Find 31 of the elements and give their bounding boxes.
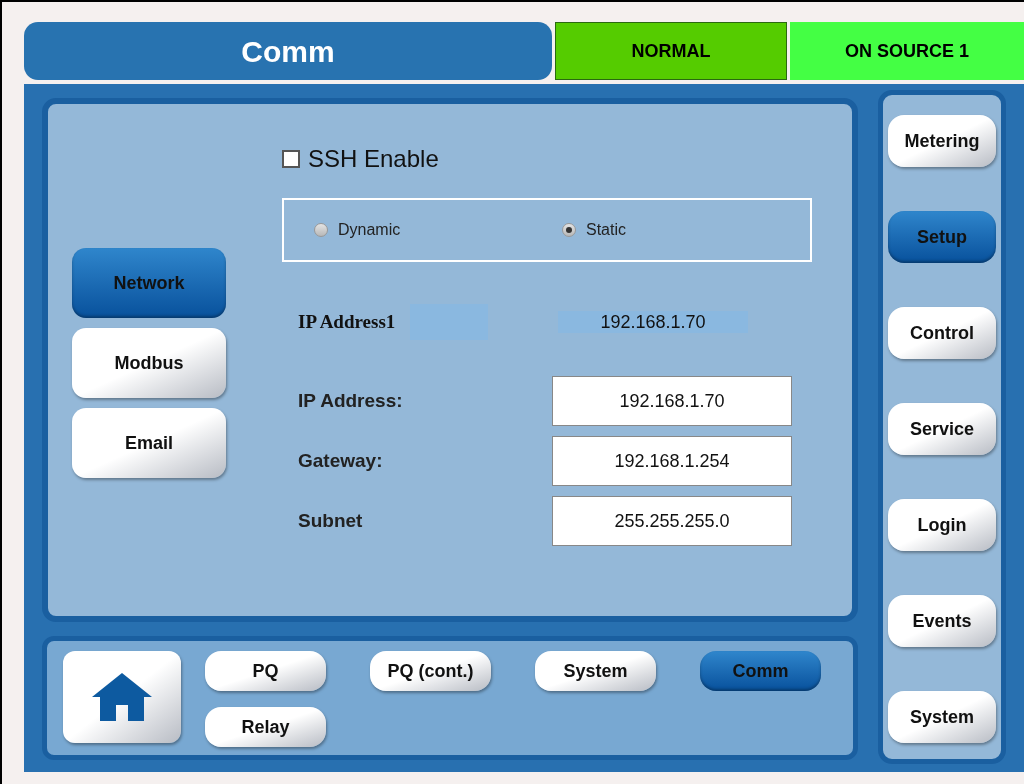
section-tab[interactable]: Email bbox=[72, 408, 226, 478]
field-label: IP Address1 bbox=[297, 309, 397, 334]
sidebar-button[interactable]: Events bbox=[888, 595, 996, 647]
home-icon bbox=[90, 671, 154, 723]
ssh-checkbox[interactable] bbox=[282, 150, 300, 168]
field-label: Subnet bbox=[297, 508, 364, 533]
checkbox-label: SSH Enable bbox=[308, 144, 439, 174]
nav-button[interactable]: System bbox=[535, 651, 656, 691]
status-indicator: ON SOURCE 1 bbox=[790, 22, 1024, 80]
sidebar-button[interactable]: Service bbox=[888, 403, 996, 455]
radio-button[interactable] bbox=[562, 223, 576, 237]
nav-button[interactable]: Relay bbox=[205, 707, 326, 747]
ip-address-value: 192.168.1.70 bbox=[558, 311, 748, 333]
radio-label: Dynamic bbox=[338, 220, 401, 240]
field-label: Gateway: bbox=[297, 448, 384, 473]
radio-button[interactable] bbox=[314, 223, 328, 237]
status-indicator: NORMAL bbox=[555, 22, 787, 80]
nav-button[interactable]: PQ (cont.) bbox=[370, 651, 491, 691]
sidebar-button[interactable]: Control bbox=[888, 307, 996, 359]
sidebar-button[interactable]: System bbox=[888, 691, 996, 743]
nav-button[interactable]: PQ bbox=[205, 651, 326, 691]
field-label: IP Address: bbox=[297, 388, 404, 413]
input-field[interactable]: 255.255.255.0 bbox=[552, 496, 792, 546]
radio-label: Static bbox=[586, 220, 626, 240]
home-button[interactable] bbox=[63, 651, 181, 743]
sidebar-button[interactable]: Metering bbox=[888, 115, 996, 167]
screen-title: Comm bbox=[24, 22, 552, 80]
section-tab[interactable]: Modbus bbox=[72, 328, 226, 398]
input-field[interactable]: 192.168.1.70 bbox=[552, 376, 792, 426]
sidebar-button[interactable]: Login bbox=[888, 499, 996, 551]
input-field[interactable]: 192.168.1.254 bbox=[552, 436, 792, 486]
